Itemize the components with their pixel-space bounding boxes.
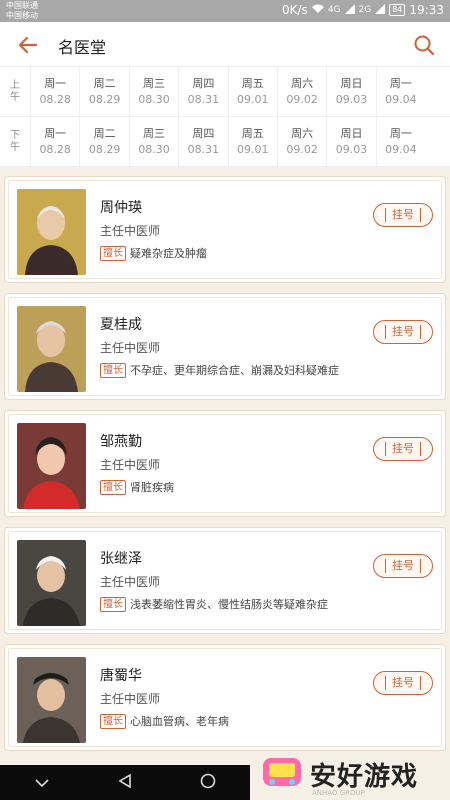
schedule-day[interactable]: 周三 08.30: [128, 117, 178, 166]
carrier-1: 中国联通: [6, 1, 38, 10]
schedule-day[interactable]: 周一 09.04: [375, 67, 425, 116]
status-indicators: 0K/s 4G 2G 84 19:33: [282, 3, 444, 17]
doctor-specialty: 擅长 肾脏疾病: [100, 479, 174, 495]
schedule-day[interactable]: 周日 09.03: [326, 67, 375, 116]
schedule-row-am: 上午 周一 08.28 周二 08.29 周三 08.30 周四 08.31 周五 09.…: [0, 67, 450, 117]
doctor-photo: [17, 189, 86, 275]
period-pm-label: 下午: [10, 129, 20, 153]
specialty-text: 疑难杂症及肿瘤: [130, 247, 207, 260]
signal-icon: [375, 3, 386, 17]
doctor-specialty: 擅长 浅表萎缩性胃炎、慢性结肠炎等疑难杂症: [100, 596, 328, 612]
doctor-card[interactable]: 邹燕勤 主任中医师 擅长 肾脏疾病 挂号: [4, 410, 446, 517]
doctor-title: 主任中医师: [100, 224, 161, 238]
clock: 19:33: [409, 3, 444, 17]
schedule-day[interactable]: 周五 09.01: [227, 67, 277, 116]
doctor-photo: [17, 657, 86, 743]
wifi-icon: [311, 3, 324, 17]
specialty-tag: 擅长: [100, 362, 126, 378]
schedule-grid: 上午 周一 08.28 周二 08.29 周三 08.30 周四 08.31 周五 09.…: [0, 67, 450, 167]
page-title: 名医堂: [58, 38, 107, 57]
network-speed: 0K/s: [282, 3, 308, 17]
period-am-label: 上午: [10, 79, 20, 103]
doctor-card[interactable]: 周仲瑛 主任中医师 擅长 疑难杂症及肿瘤 挂号: [4, 176, 446, 283]
watermark: 安好游戏 ANHAO GROUP: [260, 748, 450, 800]
back-triangle-icon[interactable]: [118, 773, 132, 793]
watermark-text: 安好游戏: [310, 761, 419, 792]
doctor-specialty: 擅长 疑难杂症及肿瘤: [100, 245, 207, 261]
doctor-name: 唐蜀华: [100, 668, 142, 684]
system-nav-bar: [0, 765, 250, 800]
book-appointment-button[interactable]: 挂号: [373, 554, 433, 578]
specialty-text: 肾脏疾病: [130, 481, 174, 494]
battery-icon: 84: [389, 4, 406, 16]
specialty-text: 不孕症、更年期综合症、崩漏及妇科疑难症: [130, 364, 339, 377]
net-type-2: 2G: [358, 5, 372, 15]
doctor-card[interactable]: 唐蜀华 主任中医师 擅长 心脑血管病、老年病 挂号: [4, 644, 446, 751]
carrier-info: 中国联通 中国移动: [6, 1, 38, 21]
schedule-day[interactable]: 周四 08.31: [178, 117, 227, 166]
doctor-card[interactable]: 夏桂成 主任中医师 擅长 不孕症、更年期综合症、崩漏及妇科疑难症 挂号: [4, 293, 446, 400]
doctor-specialty: 擅长 心脑血管病、老年病: [100, 713, 229, 729]
doctor-name: 邹燕勤: [100, 434, 142, 450]
specialty-tag: 擅长: [100, 713, 126, 729]
schedule-row-pm: 下午 周一 08.28 周二 08.29 周三 08.30 周四 08.31 周五 09.…: [0, 117, 450, 167]
specialty-tag: 擅长: [100, 479, 126, 495]
specialty-text: 浅表萎缩性胃炎、慢性结肠炎等疑难杂症: [130, 598, 328, 611]
schedule-day[interactable]: 周一 08.28: [30, 117, 79, 166]
doctor-specialty: 擅长 不孕症、更年期综合症、崩漏及妇科疑难症: [100, 362, 339, 378]
gamepad-logo-icon: [260, 752, 304, 796]
doctor-title: 主任中医师: [100, 692, 161, 706]
nav-bar: 名医堂: [0, 22, 450, 67]
watermark-subtext: ANHAO GROUP: [312, 789, 365, 797]
book-appointment-button[interactable]: 挂号: [373, 437, 433, 461]
doctor-photo: [17, 423, 86, 509]
schedule-day[interactable]: 周一 08.28: [30, 67, 79, 116]
schedule-day[interactable]: 周二 08.29: [79, 117, 128, 166]
doctor-photo: [17, 306, 86, 392]
schedule-day[interactable]: 周六 09.02: [276, 67, 326, 116]
doctor-title: 主任中医师: [100, 458, 161, 472]
chevron-down-icon[interactable]: [34, 773, 50, 792]
back-arrow-icon[interactable]: [16, 33, 40, 57]
schedule-day[interactable]: 周四 08.31: [178, 67, 227, 116]
status-bar: 中国联通 中国移动 0K/s 4G 2G 84 19:33: [0, 0, 450, 22]
schedule-day[interactable]: 周一 09.04: [375, 117, 425, 166]
schedule-day[interactable]: 周三 08.30: [128, 67, 178, 116]
book-appointment-button[interactable]: 挂号: [373, 320, 433, 344]
doctor-name: 夏桂成: [100, 317, 142, 333]
doctor-title: 主任中医师: [100, 341, 161, 355]
book-appointment-button[interactable]: 挂号: [373, 671, 433, 695]
signal-icon: [344, 3, 355, 17]
specialty-tag: 擅长: [100, 245, 126, 261]
doctor-name: 张继泽: [100, 551, 142, 567]
doctor-photo: [17, 540, 86, 626]
doctor-card[interactable]: 张继泽 主任中医师 擅长 浅表萎缩性胃炎、慢性结肠炎等疑难杂症 挂号: [4, 527, 446, 634]
search-icon[interactable]: [412, 33, 436, 57]
schedule-day[interactable]: 周二 08.29: [79, 67, 128, 116]
carrier-2: 中国移动: [6, 11, 38, 20]
doctor-title: 主任中医师: [100, 575, 161, 589]
book-appointment-button[interactable]: 挂号: [373, 203, 433, 227]
specialty-tag: 擅长: [100, 596, 126, 612]
schedule-day[interactable]: 周日 09.03: [326, 117, 375, 166]
schedule-day[interactable]: 周六 09.02: [276, 117, 326, 166]
net-type-1: 4G: [327, 5, 341, 15]
specialty-text: 心脑血管病、老年病: [130, 715, 229, 728]
schedule-day[interactable]: 周五 09.01: [227, 117, 277, 166]
doctor-name: 周仲瑛: [100, 200, 142, 216]
home-circle-icon[interactable]: [200, 773, 216, 793]
